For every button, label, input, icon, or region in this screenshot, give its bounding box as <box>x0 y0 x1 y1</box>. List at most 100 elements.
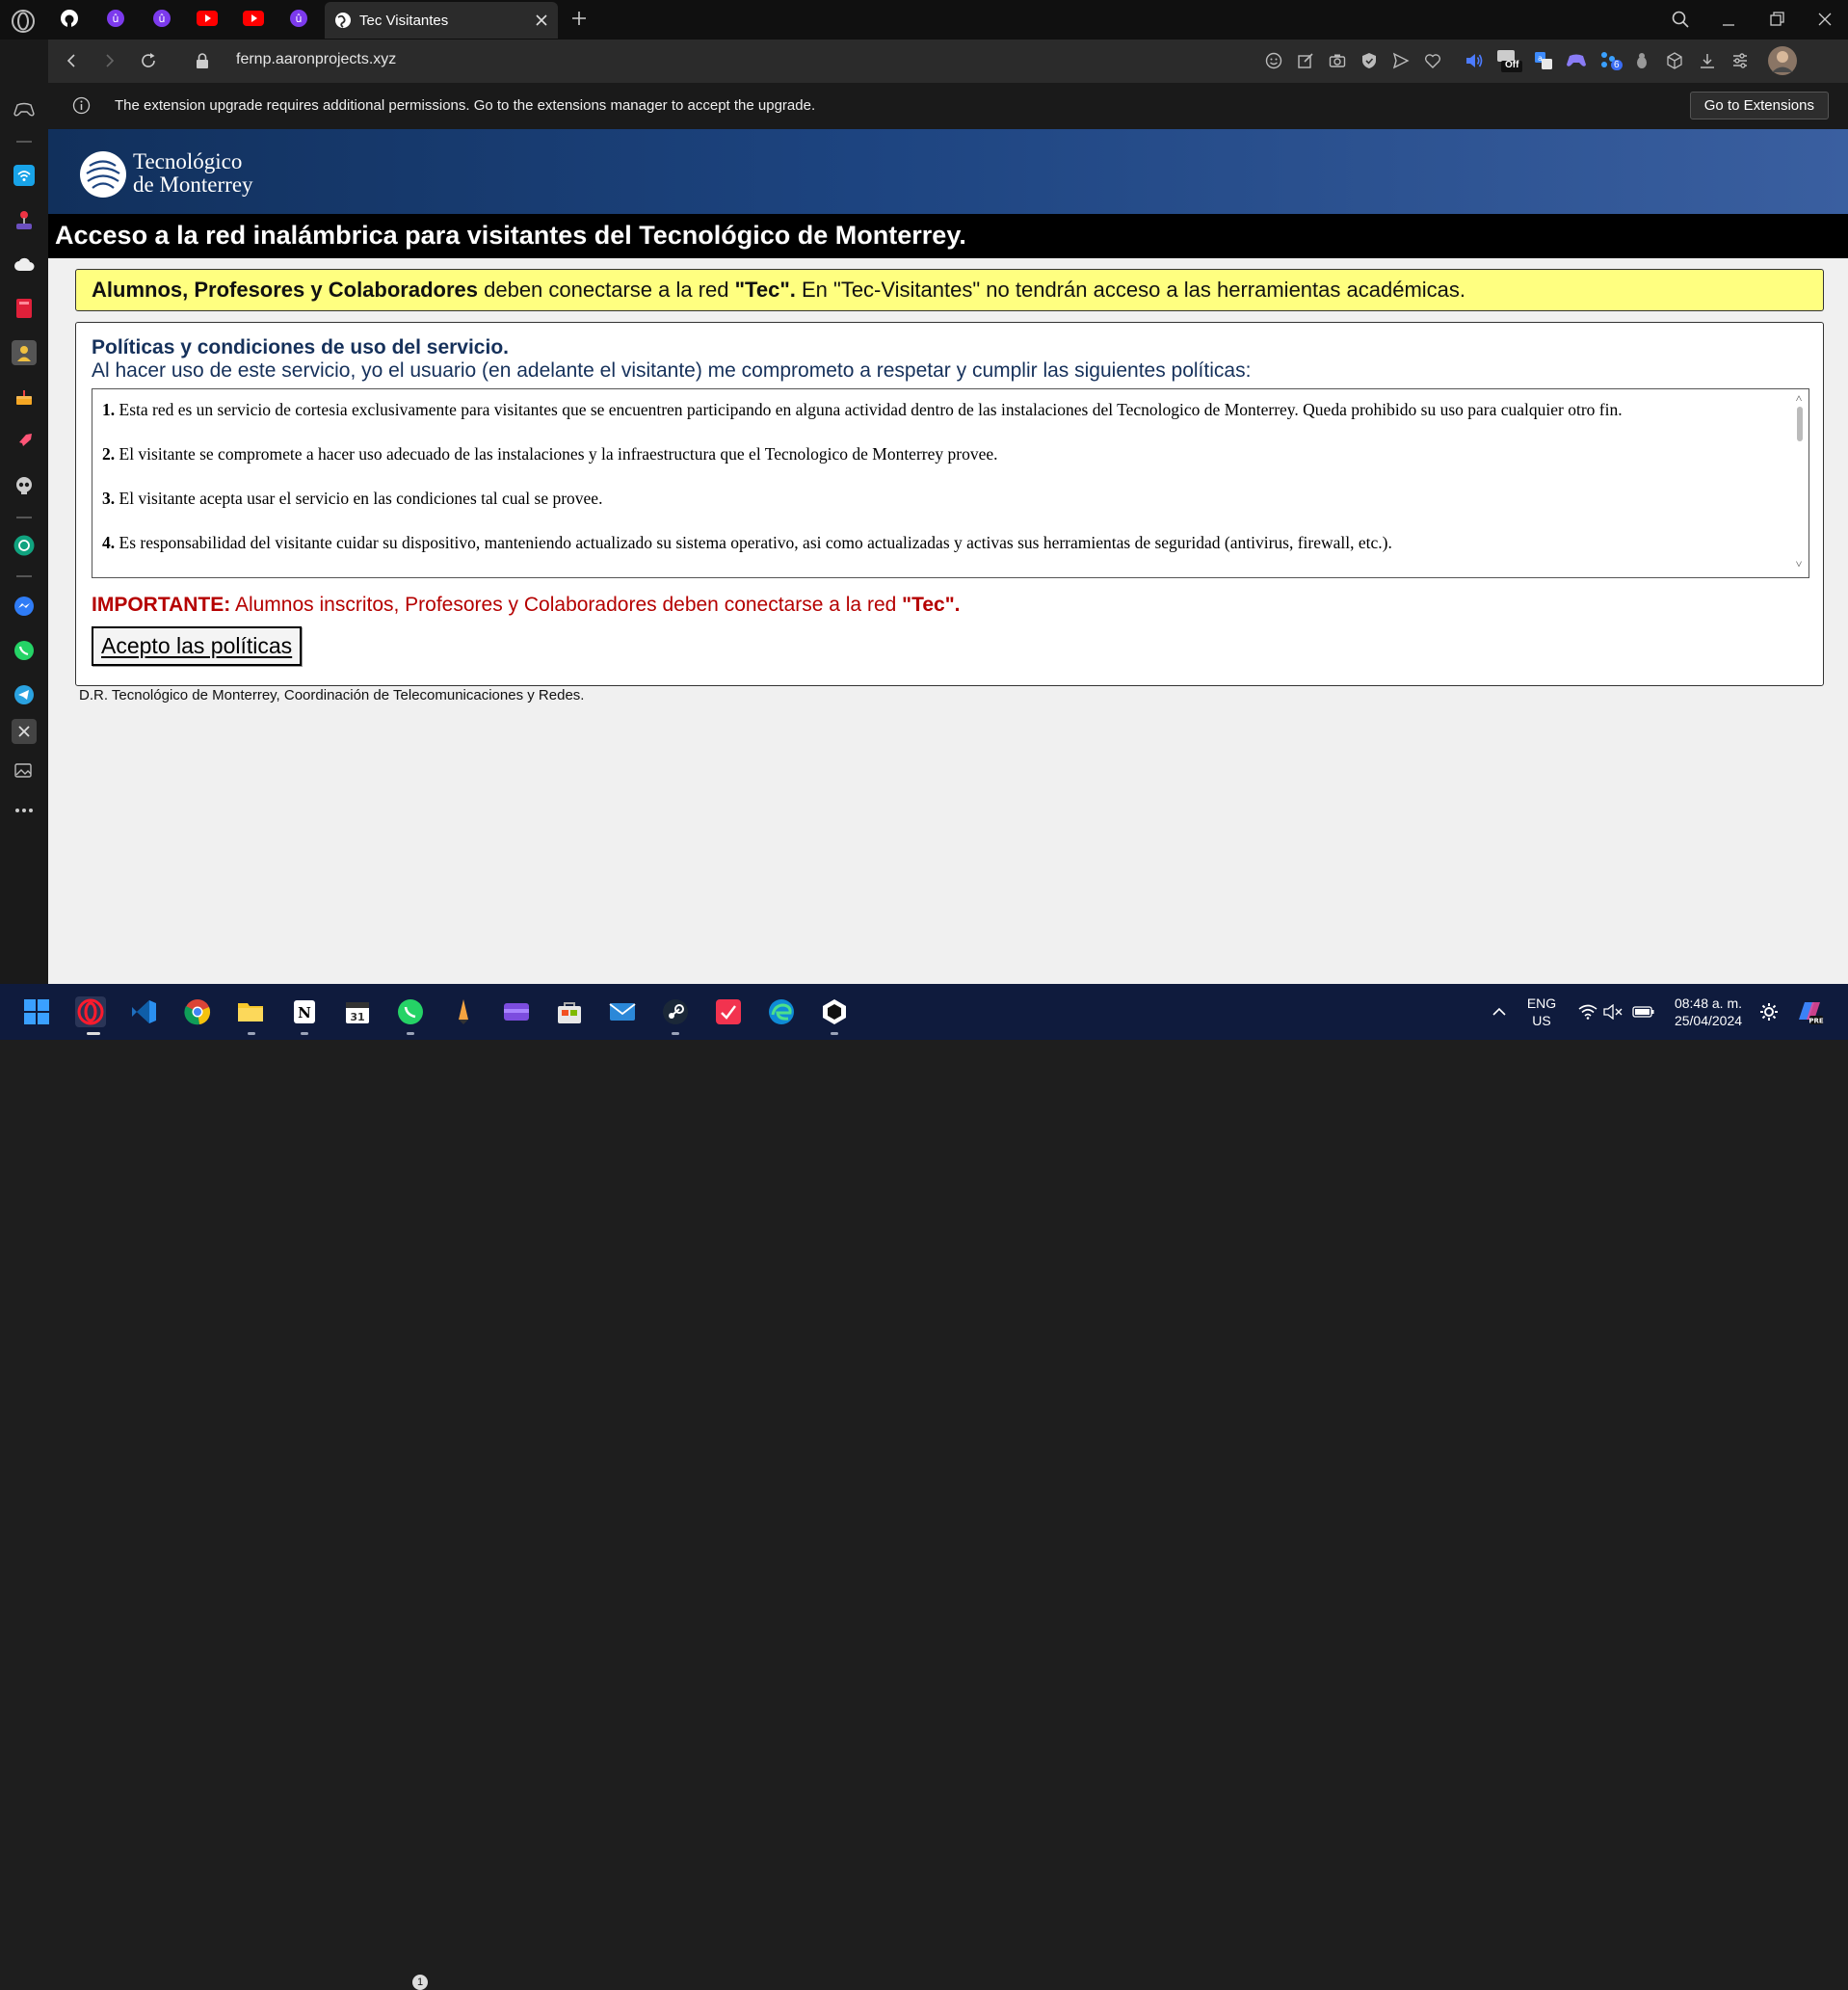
shield-icon[interactable] <box>1358 49 1381 72</box>
running-indicator <box>407 1032 414 1035</box>
skull-app-icon[interactable] <box>12 473 37 498</box>
tab-strip: û û û Tec Visitantes <box>0 0 1848 40</box>
url-field[interactable]: fernp.aaronprojects.xyz <box>236 51 396 68</box>
gamepad-icon[interactable] <box>12 97 37 122</box>
translate-icon[interactable]: a <box>1532 49 1555 72</box>
language-region: US <box>1532 1013 1551 1028</box>
policy-number: 4. <box>102 533 116 552</box>
svg-text:N: N <box>298 1004 311 1022</box>
logo-line-2: de Monterrey <box>133 172 253 197</box>
sidebar-divider <box>16 141 32 143</box>
game-controller-icon[interactable] <box>1565 49 1588 72</box>
active-tab[interactable]: Tec Visitantes <box>325 2 558 39</box>
important-text: Alumnos inscritos, Profesores y Colabora… <box>230 594 903 616</box>
bug-icon[interactable] <box>1630 49 1653 72</box>
back-icon[interactable] <box>60 49 83 72</box>
mail-icon[interactable] <box>607 996 638 1027</box>
messenger-icon[interactable] <box>12 594 37 619</box>
policies-textarea[interactable]: 1. Esta red es un servicio de cortesia e… <box>92 388 1809 578</box>
notion-icon[interactable]: N <box>289 996 320 1027</box>
minimize-icon[interactable] <box>1715 6 1742 33</box>
unity-icon[interactable] <box>819 996 850 1027</box>
store-icon[interactable] <box>554 996 585 1027</box>
heart-icon[interactable] <box>1421 49 1444 72</box>
web-page: Tecnológico de Monterrey Acceso a la red… <box>48 129 1848 984</box>
battery-icon[interactable] <box>1628 996 1659 1027</box>
close-tab-icon[interactable] <box>535 13 548 27</box>
language-indicator[interactable]: ENG US <box>1522 995 1561 1029</box>
cloud-app-icon[interactable] <box>12 252 37 277</box>
edge-icon[interactable] <box>766 996 797 1027</box>
forward-icon[interactable] <box>98 49 121 72</box>
lock-icon[interactable] <box>191 49 214 72</box>
volume-icon[interactable] <box>1463 49 1486 72</box>
youtube-tab-icon[interactable] <box>196 7 219 30</box>
policies-panel: Políticas y condiciones de uso del servi… <box>75 322 1824 686</box>
tools-icon[interactable] <box>12 719 37 744</box>
steam-icon[interactable] <box>660 996 691 1027</box>
new-tab-icon[interactable] <box>568 7 591 30</box>
chrome-icon[interactable] <box>182 996 213 1027</box>
vscode-icon[interactable] <box>128 996 159 1027</box>
windows-start-icon[interactable] <box>21 996 52 1027</box>
send-icon[interactable] <box>1389 49 1412 72</box>
speaker-muted-icon[interactable] <box>1598 996 1629 1027</box>
github-tab-icon[interactable] <box>58 7 81 30</box>
restore-icon[interactable] <box>1763 6 1790 33</box>
cake-app-icon[interactable] <box>12 385 37 410</box>
accept-policies-button[interactable]: Acepto las políticas <box>92 626 303 666</box>
uplayer-tab-icon[interactable]: û <box>104 7 127 30</box>
profile-avatar[interactable] <box>1767 45 1798 76</box>
extension-infobar: The extension upgrade requires additiona… <box>48 83 1848 129</box>
clock-date: 25/04/2024 <box>1674 1013 1743 1028</box>
user-app-icon[interactable] <box>12 340 37 365</box>
dots-extension-icon[interactable]: 6 <box>1597 49 1623 72</box>
emoji-icon[interactable] <box>1262 49 1285 72</box>
reload-icon[interactable] <box>137 49 160 72</box>
whatsapp-icon[interactable] <box>12 638 37 663</box>
notification-settings-icon[interactable] <box>1754 996 1784 1027</box>
clock[interactable]: 08:48 a. m. 25/04/2024 <box>1665 995 1752 1029</box>
whatsapp-taskbar-icon[interactable] <box>395 996 426 1027</box>
photos-app-icon[interactable] <box>713 996 744 1027</box>
calendar-icon[interactable]: 31 <box>342 996 373 1027</box>
extension-off-icon[interactable]: Off <box>1495 49 1522 72</box>
telegram-icon[interactable] <box>12 682 37 707</box>
tec-logo-text: Tecnológico de Monterrey <box>133 150 253 197</box>
pencil-icon[interactable] <box>448 996 479 1027</box>
students-notice: Alumnos, Profesores y Colaboradores debe… <box>75 269 1824 311</box>
scroll-down-icon[interactable]: ˅ <box>1793 557 1805 571</box>
uplayer-tab-icon[interactable]: û <box>150 7 173 30</box>
go-to-extensions-button[interactable]: Go to Extensions <box>1689 92 1829 119</box>
scroll-up-icon[interactable]: ˄ <box>1793 391 1805 406</box>
clipchamp-icon[interactable] <box>501 996 532 1027</box>
chatgpt-icon[interactable] <box>12 533 37 558</box>
svg-text:31: 31 <box>350 1011 364 1023</box>
sidebar-divider <box>16 575 32 577</box>
running-indicator <box>248 1032 255 1035</box>
edit-icon[interactable] <box>1294 49 1317 72</box>
tray-overflow-icon[interactable] <box>1484 996 1515 1027</box>
download-icon[interactable] <box>1696 49 1719 72</box>
youtube-tab-icon[interactable] <box>242 7 265 30</box>
easy-setup-icon[interactable] <box>1729 49 1752 72</box>
rocket-app-icon[interactable] <box>12 429 37 454</box>
whatsapp-badge: 1 <box>412 1975 428 1990</box>
uplayer-tab-icon[interactable]: û <box>287 7 310 30</box>
page-title: Acceso a la red inalámbrica para visitan… <box>55 221 966 250</box>
copilot-icon[interactable]: PRE <box>1794 996 1825 1027</box>
scrollbar-thumb[interactable] <box>1797 407 1803 441</box>
search-tabs-icon[interactable] <box>1667 6 1694 33</box>
file-explorer-icon[interactable] <box>235 996 266 1027</box>
policy-item: 3. El visitante acepta usar el servicio … <box>102 488 1776 510</box>
joystick-app-icon[interactable] <box>12 207 37 232</box>
wifi-app-icon[interactable] <box>12 163 37 188</box>
opera-menu-icon[interactable] <box>11 9 36 34</box>
cube-icon[interactable] <box>1663 49 1686 72</box>
gallery-icon[interactable] <box>12 757 37 783</box>
more-icon[interactable] <box>12 798 37 823</box>
opera-taskbar-icon[interactable] <box>75 996 106 1027</box>
camera-icon[interactable] <box>1326 49 1349 72</box>
close-window-icon[interactable] <box>1811 6 1838 33</box>
book-app-icon[interactable] <box>12 296 37 321</box>
